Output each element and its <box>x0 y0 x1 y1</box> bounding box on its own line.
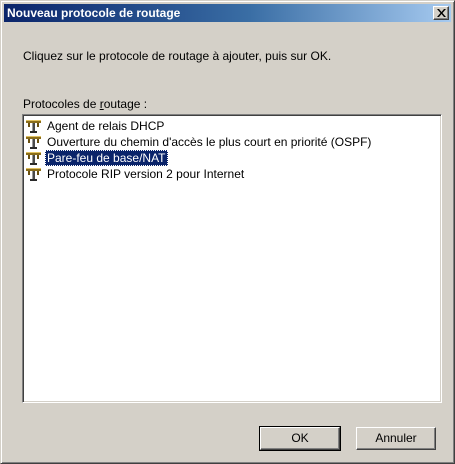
routing-protocol-icon <box>25 151 43 165</box>
list-label-prefix: Protocoles de <box>23 97 100 111</box>
close-button[interactable] <box>433 6 449 20</box>
list-item[interactable]: Ouverture du chemin d'accès le plus cour… <box>25 134 439 150</box>
list-item[interactable]: Pare-feu de base/NAT <box>25 150 439 166</box>
instruction-text: Cliquez sur le protocole de routage à aj… <box>23 49 332 63</box>
dialog-title: Nouveau protocole de routage <box>7 6 181 20</box>
protocols-listbox[interactable]: Agent de relais DHCP Ouverture du chemin … <box>22 114 442 403</box>
list-item[interactable]: Protocole RIP version 2 pour Internet <box>25 166 439 182</box>
list-item-label: Agent de relais DHCP <box>47 119 165 133</box>
protocols-list-label: Protocoles de routage : <box>23 97 147 111</box>
list-item-label: Ouverture du chemin d'accès le plus cour… <box>47 135 372 149</box>
routing-protocol-icon <box>25 167 43 181</box>
close-icon <box>437 9 446 17</box>
routing-protocol-icon <box>25 135 43 149</box>
list-label-suffix: outage : <box>103 97 148 111</box>
cancel-button[interactable]: Annuler <box>356 427 436 450</box>
list-item[interactable]: Agent de relais DHCP <box>25 118 439 134</box>
list-item-label: Pare-feu de base/NAT <box>45 150 168 166</box>
dialog-window: Nouveau protocole de routage Cliquez sur… <box>0 0 455 464</box>
title-bar[interactable]: Nouveau protocole de routage <box>4 4 451 22</box>
ok-button[interactable]: OK <box>259 426 341 451</box>
routing-protocol-icon <box>25 119 43 133</box>
list-item-label: Protocole RIP version 2 pour Internet <box>47 167 245 181</box>
